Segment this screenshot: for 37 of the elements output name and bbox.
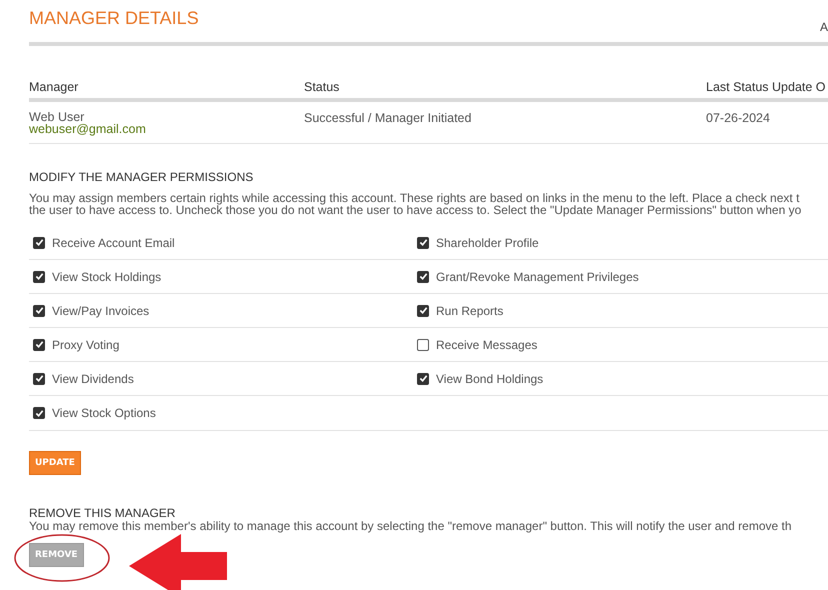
manager-email: webuser@gmail.com <box>29 123 147 135</box>
permission-label: View Bond Holdings <box>436 372 544 386</box>
update-button[interactable]: UPDATE <box>29 451 81 475</box>
manager-name: Web User <box>29 111 86 123</box>
description-text: You may assign members certain rights while accessing this account. These rights are based on links in the menu to the left. Place a check next t the user to have access to. Uncheck those you do not want the user to have access to. Select the "Update Manager Permissions" button when yo <box>29 192 802 216</box>
date-cell-text: 07-26-2024 <box>706 111 770 127</box>
checkbox[interactable] <box>417 304 429 316</box>
permission-label: View/Pay Invoices <box>52 304 150 318</box>
page-title: MANAGER DETAILS <box>29 8 199 29</box>
permission-label: Receive Account Email <box>52 236 175 250</box>
column-header: Status <box>304 80 340 94</box>
checkbox[interactable] <box>33 304 45 316</box>
section-heading: MODIFY THE MANAGER PERMISSIONS <box>29 170 254 184</box>
checkbox[interactable] <box>417 236 429 248</box>
checkbox[interactable] <box>33 372 45 384</box>
checkbox[interactable] <box>417 270 429 282</box>
column-header: Last Status Update O <box>706 80 826 94</box>
description-text: You may remove this member's ability to manage this account by selecting the "remove manager" button. This will notify the user and remove th <box>29 520 793 532</box>
permission-label: Receive Messages <box>436 338 538 352</box>
section-heading: REMOVE THIS MANAGER <box>29 506 176 520</box>
column-header: Manager <box>29 80 80 94</box>
checkbox[interactable] <box>33 407 45 419</box>
checkbox[interactable] <box>33 338 45 350</box>
permission-label: View Stock Holdings <box>52 270 162 284</box>
permission-label: Shareholder Profile <box>436 236 539 250</box>
permission-label: Proxy Voting <box>52 338 120 352</box>
checkbox[interactable] <box>33 236 45 248</box>
checkbox[interactable] <box>417 338 429 350</box>
permission-label: View Stock Options <box>52 406 156 420</box>
corner-text: A <box>820 20 828 34</box>
permission-label: View Dividends <box>52 372 134 386</box>
checkbox[interactable] <box>33 270 45 282</box>
remove-button[interactable]: REMOVE <box>29 543 84 567</box>
permission-label: Grant/Revoke Management Privileges <box>436 270 639 284</box>
permission-label: Run Reports <box>436 304 504 318</box>
status-cell-text: Successful / Manager Initiated <box>304 111 472 127</box>
checkbox[interactable] <box>417 372 429 384</box>
